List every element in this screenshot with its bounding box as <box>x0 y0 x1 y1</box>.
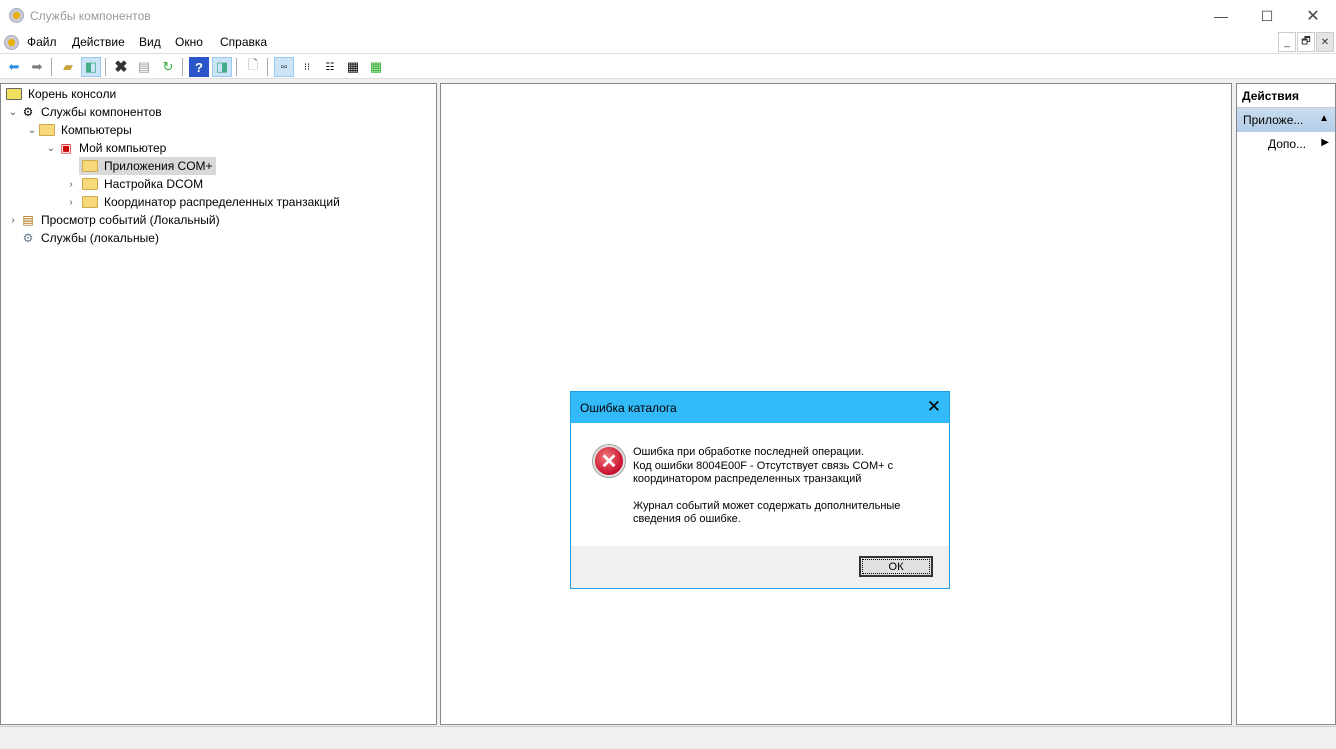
message-line: сведения об ошибке. <box>633 513 741 525</box>
tree-label: Корень консоли <box>28 87 117 101</box>
console-tree: Корень консоли ⌄ ⚙ Службы компонентов ⌄ Ком… <box>0 83 437 725</box>
event-viewer-icon: ▤ <box>22 213 34 227</box>
error-message: Ошибка при обработке последней операции.… <box>633 446 900 527</box>
message-line: координатором распределенных транзакций <box>633 473 862 485</box>
tree-item-component-services[interactable]: ⌄ ⚙ Службы компонентов <box>6 103 162 121</box>
new-item-icon[interactable]: 🗋 <box>243 57 263 77</box>
forward-icon[interactable]: ➡ <box>27 57 47 77</box>
services-gear-icon: ⚙ <box>22 231 34 245</box>
ok-button[interactable]: ОК <box>859 556 933 577</box>
window-title: Службы компонентов <box>30 9 151 23</box>
folder-icon <box>39 124 55 136</box>
menu-bar: Файл Действие Вид Окно Справка <box>0 32 1336 53</box>
actions-section-label: Приложе... <box>1243 113 1304 127</box>
show-hide-tree-icon[interactable]: ◧ <box>81 57 101 77</box>
chevron-right-icon[interactable]: › <box>6 215 20 226</box>
chevron-right-icon[interactable]: › <box>64 179 78 190</box>
small-icons-view-icon[interactable]: ⁝⁝ <box>297 57 317 77</box>
back-icon[interactable]: ⬅ <box>4 57 24 77</box>
menu-window[interactable]: Окно <box>175 35 203 49</box>
tree-label: Мой компьютер <box>79 141 167 155</box>
actions-more[interactable]: Допо... ▶ <box>1268 137 1335 151</box>
error-icon: ✕ <box>593 445 625 477</box>
tree-label: Службы компонентов <box>41 105 162 119</box>
chevron-down-icon[interactable]: ⌄ <box>25 125 39 136</box>
folder-icon <box>82 196 98 208</box>
title-bar: Службы компонентов — ☐ ✕ <box>0 0 1336 32</box>
tree-item-dcom-config[interactable]: › Настройка DCOM <box>64 175 203 193</box>
refresh-icon[interactable]: ↻ <box>158 57 178 77</box>
tree-item-my-computer[interactable]: ⌄ ▣ Мой компьютер <box>44 139 167 157</box>
tree-item-console-root[interactable]: Корень консоли <box>6 85 116 103</box>
separator <box>105 58 106 76</box>
separator <box>51 58 52 76</box>
tree-item-services[interactable]: ⚙ Службы (локальные) <box>20 229 159 247</box>
message-line: Журнал событий может содержать дополните… <box>633 499 901 512</box>
tree-item-computers[interactable]: ⌄ Компьютеры <box>25 121 132 139</box>
status-bar <box>0 726 1336 749</box>
tree-item-event-viewer[interactable]: › ▤ Просмотр событий (Локальный) <box>6 211 220 229</box>
actions-pane: Действия Приложе... ▲ Допо... ▶ <box>1236 83 1336 725</box>
tree-label: Координатор распределенных транзакций <box>104 195 340 209</box>
delete-icon[interactable]: ✖ <box>111 57 131 77</box>
menu-file[interactable]: Файл <box>27 35 57 49</box>
status-view-icon[interactable]: ▦ <box>366 57 386 77</box>
large-icons-view-icon[interactable]: ▫▫ <box>274 57 294 77</box>
detail-view-icon[interactable]: ▦ <box>343 57 363 77</box>
properties-icon[interactable]: ▤ <box>134 57 154 77</box>
tree-label: Приложения COM+ <box>104 159 213 173</box>
child-minimize-button[interactable]: _ <box>1278 32 1296 52</box>
computer-icon: ▣ <box>60 141 72 155</box>
tree-label: Настройка DCOM <box>104 177 204 191</box>
maximize-button[interactable]: ☐ <box>1244 0 1290 32</box>
toolbar: ⬅ ➡ ▰ ◧ ✖ ▤ ↻ ? ◨ 🗋 ▫▫ ⁝⁝ ☷ ▦ ▦ <box>0 53 1336 79</box>
component-services-icon: ⚙ <box>22 105 34 119</box>
folder-icon <box>6 88 22 100</box>
actions-header: Действия <box>1237 84 1335 108</box>
folder-icon <box>82 160 98 172</box>
error-dialog: Ошибка каталога ✕ ✕ Ошибка при обработке… <box>570 391 950 589</box>
separator <box>236 58 237 76</box>
child-close-button[interactable]: ✕ <box>1316 32 1334 52</box>
help-icon[interactable]: ? <box>189 57 209 77</box>
menu-action[interactable]: Действие <box>72 35 125 49</box>
tree-label: Просмотр событий (Локальный) <box>41 213 220 227</box>
system-menu-icon[interactable] <box>4 35 19 50</box>
separator <box>267 58 268 76</box>
tree-label: Компьютеры <box>61 123 132 137</box>
separator <box>182 58 183 76</box>
child-restore-button[interactable]: 🗗 <box>1297 32 1315 52</box>
chevron-down-icon[interactable]: ⌄ <box>44 143 58 154</box>
chevron-down-icon[interactable]: ⌄ <box>6 107 20 118</box>
message-line: Код ошибки 8004E00F - Отсутствует связь … <box>633 459 894 472</box>
component-services-icon <box>9 8 24 23</box>
up-folder-icon[interactable]: ▰ <box>58 57 78 77</box>
collapse-icon[interactable]: ▲ <box>1319 113 1329 124</box>
menu-view[interactable]: Вид <box>139 35 161 49</box>
list-view-icon[interactable]: ☷ <box>320 57 340 77</box>
minimize-button[interactable]: — <box>1198 0 1244 32</box>
dialog-title: Ошибка каталога <box>580 401 677 415</box>
close-button[interactable]: ✕ <box>1290 0 1336 32</box>
folder-icon <box>82 178 98 190</box>
tree-item-dtc[interactable]: › Координатор распределенных транзакций <box>64 193 340 211</box>
dialog-footer: ОК <box>571 546 949 588</box>
actions-more-label: Допо... <box>1268 137 1307 151</box>
submenu-arrow-icon: ▶ <box>1321 137 1329 148</box>
dialog-close-icon[interactable]: ✕ <box>927 397 941 417</box>
menu-help[interactable]: Справка <box>220 35 267 49</box>
dialog-title-bar: Ошибка каталога ✕ <box>571 392 949 423</box>
show-hide-actions-icon[interactable]: ◨ <box>212 57 232 77</box>
tree-item-com-apps[interactable]: Приложения COM+ <box>79 157 216 175</box>
actions-section[interactable]: Приложе... ▲ <box>1237 108 1335 132</box>
chevron-right-icon[interactable]: › <box>64 197 78 208</box>
tree-label: Службы (локальные) <box>41 231 159 245</box>
message-line: Ошибка при обработке последней операции. <box>633 446 865 458</box>
